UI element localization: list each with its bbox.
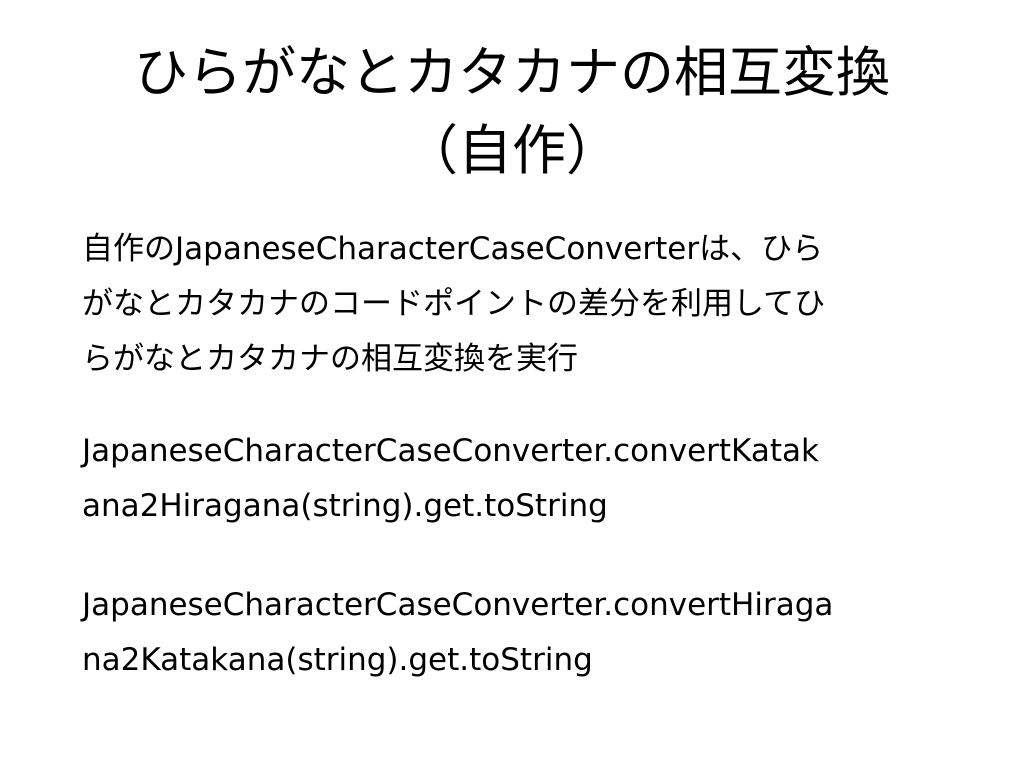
paragraph-hiragana-to-katakana: JapaneseCharacterCaseConverter.convertHi… [82, 578, 952, 688]
paragraph-line: らがなとカタカナの相互変換を実行 [82, 341, 578, 377]
paragraph-line: JapaneseCharacterCaseConverter.convertKa… [82, 433, 819, 469]
paragraph-line: na2Katakana(string).get.toString [82, 642, 593, 678]
paragraph-description: 自作のJapaneseCharacterCaseConverterは、ひら がな… [82, 222, 952, 387]
title-line-1: ひらがなとカタカナの相互変換 [134, 41, 890, 104]
slide: ひらがなとカタカナの相互変換 （自作） 自作のJapaneseCharacter… [0, 0, 1024, 768]
paragraph-line: JapaneseCharacterCaseConverter.convertHi… [82, 587, 834, 623]
paragraph-line: ana2Hiragana(string).get.toString [82, 488, 608, 524]
paragraph-line: 自作のJapaneseCharacterCaseConverterは、ひら [82, 231, 824, 267]
paragraph-katakana-to-hiragana: JapaneseCharacterCaseConverter.convertKa… [82, 424, 952, 534]
paragraph-line: がなとカタカナのコードポイントの差分を利用してひ [82, 286, 826, 322]
title-line-2: （自作） [404, 119, 620, 182]
slide-title: ひらがなとカタカナの相互変換 （自作） [0, 34, 1024, 190]
